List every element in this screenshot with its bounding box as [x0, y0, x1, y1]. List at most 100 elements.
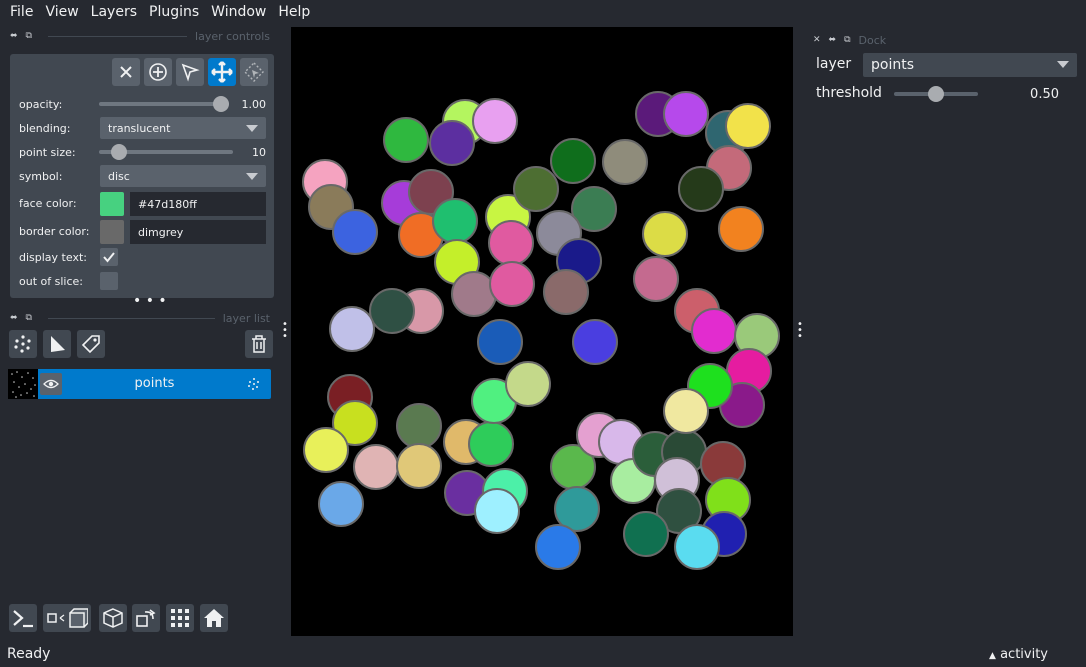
- point-marker[interactable]: [396, 443, 442, 489]
- ndisplay-button[interactable]: [43, 604, 91, 632]
- float-icon[interactable]: ⬌: [10, 313, 18, 323]
- point-marker[interactable]: [369, 288, 415, 334]
- select-arrow-icon: [181, 63, 200, 82]
- point-marker[interactable]: [505, 361, 551, 407]
- viewer-canvas[interactable]: [291, 27, 793, 636]
- layer-dropdown[interactable]: points: [863, 53, 1077, 77]
- new-labels-layer-button[interactable]: [77, 330, 105, 358]
- close-icon[interactable]: ✕: [813, 35, 821, 45]
- layer-list-item[interactable]: points: [8, 369, 271, 399]
- point-marker[interactable]: [602, 139, 648, 185]
- point-marker[interactable]: [623, 511, 669, 557]
- float-icon[interactable]: ⬌: [829, 35, 837, 45]
- undock-icon[interactable]: ⧉: [26, 31, 32, 41]
- point-marker[interactable]: [535, 524, 581, 570]
- point-size-value: 10: [252, 145, 266, 159]
- point-marker[interactable]: [474, 488, 520, 534]
- menu-window[interactable]: Window: [205, 4, 272, 20]
- roll-dimensions-button[interactable]: [99, 604, 127, 632]
- activity-button[interactable]: ▲ activity: [989, 647, 1048, 662]
- opacity-slider-handle[interactable]: [213, 96, 229, 112]
- point-marker[interactable]: [329, 306, 375, 352]
- chevron-down-icon: [1057, 61, 1069, 68]
- menu-view[interactable]: View: [39, 4, 84, 20]
- new-shapes-layer-button[interactable]: [43, 330, 71, 358]
- undock-icon[interactable]: ⧉: [26, 313, 32, 323]
- point-marker[interactable]: [396, 403, 442, 449]
- new-points-layer-button[interactable]: [9, 330, 37, 358]
- point-marker[interactable]: [663, 388, 709, 434]
- opacity-slider[interactable]: [99, 93, 229, 115]
- threshold-slider[interactable]: [894, 83, 978, 105]
- point-marker[interactable]: [543, 269, 589, 315]
- grid-view-button[interactable]: [166, 604, 194, 632]
- point-marker[interactable]: [477, 319, 523, 365]
- point-marker[interactable]: [383, 117, 429, 163]
- face-color-field[interactable]: #47d180ff: [130, 192, 266, 216]
- point-marker[interactable]: [468, 421, 514, 467]
- layer-name[interactable]: points: [68, 376, 241, 391]
- face-color-swatch[interactable]: [100, 192, 124, 216]
- splitter-handle[interactable]: • • •: [133, 294, 167, 308]
- status-text: Ready: [7, 646, 51, 662]
- right-dock-splitter[interactable]: • • •: [797, 320, 803, 342]
- menu-plugins[interactable]: Plugins: [143, 4, 205, 20]
- blending-dropdown[interactable]: translucent: [100, 117, 266, 139]
- symbol-dropdown[interactable]: disc: [100, 165, 266, 187]
- point-marker[interactable]: [718, 206, 764, 252]
- undock-icon[interactable]: ⧉: [844, 35, 850, 45]
- point-marker[interactable]: [513, 166, 559, 212]
- point-marker[interactable]: [633, 256, 679, 302]
- face-color-value: #47d180ff: [138, 197, 197, 211]
- select-points-button[interactable]: [176, 58, 204, 86]
- left-dock-splitter[interactable]: • • •: [282, 320, 288, 342]
- threshold-slider-handle[interactable]: [928, 86, 944, 102]
- point-size-slider[interactable]: [99, 141, 233, 163]
- transpose-button[interactable]: [132, 604, 160, 632]
- chevron-down-icon: [246, 125, 258, 132]
- menu-layers[interactable]: Layers: [85, 4, 143, 20]
- menu-file[interactable]: File: [4, 4, 39, 20]
- delete-points-button[interactable]: [112, 58, 140, 86]
- point-marker[interactable]: [353, 444, 399, 490]
- point-size-slider-handle[interactable]: [111, 144, 127, 160]
- delete-layer-button[interactable]: [245, 330, 273, 358]
- add-point-icon: [149, 63, 167, 81]
- console-button[interactable]: [9, 604, 37, 632]
- point-marker[interactable]: [332, 209, 378, 255]
- point-marker[interactable]: [691, 308, 737, 354]
- float-icon[interactable]: ⬌: [10, 31, 18, 41]
- add-points-button[interactable]: [144, 58, 172, 86]
- point-marker[interactable]: [429, 120, 475, 166]
- home-button[interactable]: [200, 604, 228, 632]
- point-marker[interactable]: [642, 211, 688, 257]
- symbol-label: symbol:: [19, 169, 63, 183]
- menu-help[interactable]: Help: [272, 4, 316, 20]
- point-marker[interactable]: [550, 138, 596, 184]
- border-color-swatch[interactable]: [100, 220, 124, 244]
- transform-button[interactable]: [240, 58, 268, 86]
- point-marker[interactable]: [663, 91, 709, 137]
- point-marker[interactable]: [725, 103, 771, 149]
- point-marker[interactable]: [318, 481, 364, 527]
- point-marker[interactable]: [472, 98, 518, 144]
- border-color-field[interactable]: dimgrey: [130, 220, 266, 244]
- home-icon: [204, 609, 224, 627]
- pan-zoom-button[interactable]: [208, 58, 236, 86]
- visibility-toggle[interactable]: [40, 373, 62, 395]
- point-marker[interactable]: [451, 271, 497, 317]
- face-color-label: face color:: [19, 196, 77, 210]
- point-marker[interactable]: [572, 319, 618, 365]
- point-marker[interactable]: [489, 261, 535, 307]
- out-of-slice-checkbox[interactable]: [100, 272, 118, 290]
- display-text-checkbox[interactable]: [100, 248, 118, 266]
- point-marker[interactable]: [674, 524, 720, 570]
- point-marker[interactable]: [432, 198, 478, 244]
- layer-controls-titlebar: ⬌ ⧉ layer controls: [10, 28, 270, 44]
- points-icon: [14, 335, 31, 353]
- point-marker[interactable]: [678, 166, 724, 212]
- point-marker[interactable]: [488, 220, 534, 266]
- opacity-value: 1.00: [241, 97, 267, 111]
- blending-value: translucent: [108, 121, 171, 135]
- point-marker[interactable]: [303, 427, 349, 473]
